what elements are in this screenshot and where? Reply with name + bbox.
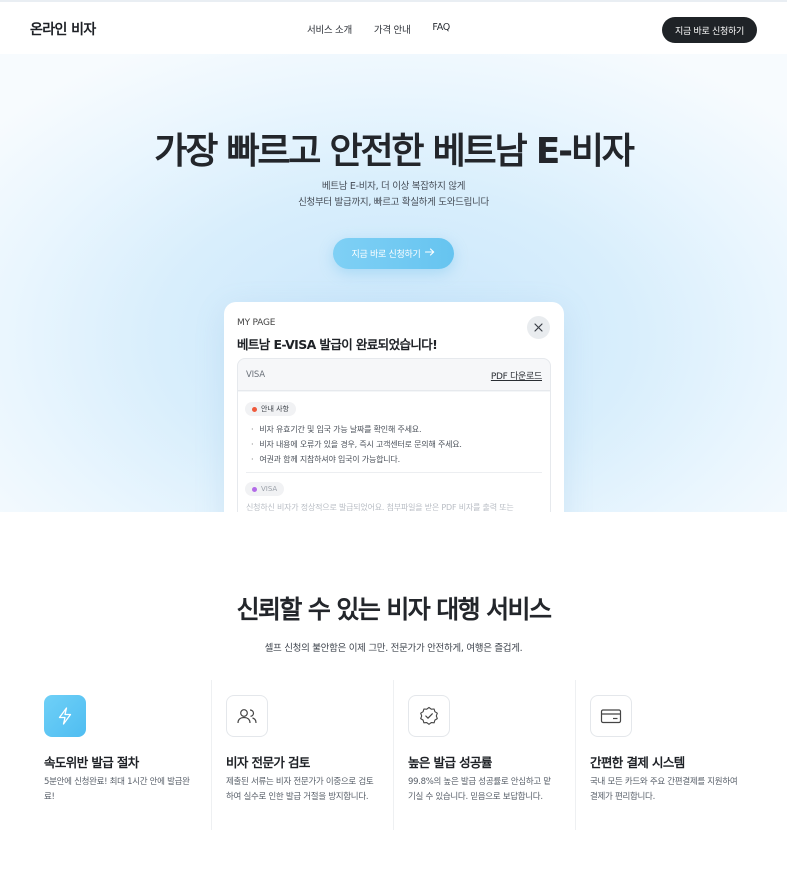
- arrow-right-icon: [425, 248, 435, 259]
- notice-badge: 안내 사항: [245, 402, 296, 416]
- card-eyebrow: MY PAGE: [237, 318, 276, 328]
- lightning-icon: [44, 695, 86, 737]
- feature-description: 국내 모든 카드와 주요 간편결제를 지원하여 결제가 편리합니다.: [590, 777, 738, 802]
- visa-panel: VISA PDF 다운로드 안내 사항 비자 유효기간 및 입국 가능 날짜를 …: [237, 358, 551, 512]
- section-title: 신뢰할 수 있는 비자 대행 서비스: [236, 595, 552, 624]
- feature-title: 높은 발급 성공률: [408, 755, 492, 770]
- hero-section: 가장 빠르고 안전한 베트남 E-비자 베트남 E-비자, 더 이상 복잡하지 …: [0, 54, 787, 512]
- section-subtitle: 셀프 신청의 불안함은 이제 그만. 전문가가 안전하게, 여행은 즐겁게.: [264, 643, 523, 654]
- nav-item-faq[interactable]: FAQ: [432, 22, 450, 36]
- visa-note: 신청하신 비자가 정상적으로 발급되었어요. 첨부파일을 받은 PDF 비자를 …: [246, 503, 514, 512]
- users-icon: [226, 695, 268, 737]
- visa-label: VISA: [246, 370, 265, 380]
- card-title: 베트남 E-VISA 발급이 완료되었습니다!: [237, 337, 438, 352]
- site-logo[interactable]: 온라인 비자: [30, 19, 96, 39]
- feature-item: 높은 발급 성공률 99.8%의 높은 발급 성공률로 안심하고 맡기실 수 있…: [394, 680, 576, 830]
- feature-title: 속도위반 발급 절차: [44, 755, 139, 770]
- notice-item: 비자 유효기간 및 입국 가능 날짜를 확인해 주세요.: [251, 422, 462, 437]
- visa-panel-body: 안내 사항 비자 유효기간 및 입국 가능 날짜를 확인해 주세요. 비자 내용…: [238, 392, 550, 512]
- hero-title: 가장 빠르고 안전한 베트남 E-비자: [154, 131, 635, 172]
- hero-subtitle-line1: 베트남 E-비자, 더 이상 복잡하지 않게: [321, 181, 466, 192]
- hero-subtitle: 베트남 E-비자, 더 이상 복잡하지 않게 신청부터 발급까지, 빠르고 확실…: [0, 179, 787, 211]
- hero-subtitle-line2: 신청부터 발급까지, 빠르고 확실하게 도와드립니다: [298, 197, 489, 208]
- feature-item: 속도위반 발급 절차 5분안에 신청완료! 최대 1시간 안에 발급완료!: [30, 680, 212, 830]
- main-nav: 서비스 소개 가격 안내 FAQ: [307, 22, 450, 36]
- nav-item-service[interactable]: 서비스 소개: [307, 22, 352, 36]
- hero-apply-label: 지금 바로 신청하기: [351, 250, 421, 260]
- nav-item-pricing[interactable]: 가격 안내: [374, 22, 411, 36]
- feature-description: 제출된 서류는 비자 전문가가 이중으로 검토하여 실수로 인한 발급 거절을 …: [226, 777, 374, 802]
- feature-item: 비자 전문가 검토 제출된 서류는 비자 전문가가 이중으로 검토하여 실수로 …: [212, 680, 394, 830]
- notice-list: 비자 유효기간 및 입국 가능 날짜를 확인해 주세요. 비자 내용에 오류가 …: [251, 422, 462, 467]
- feature-item: 간편한 결제 시스템 국내 모든 카드와 주요 간편결제를 지원하여 결제가 편…: [576, 680, 757, 830]
- credit-card-icon: [590, 695, 632, 737]
- verified-badge-icon: [408, 695, 450, 737]
- pdf-download-link[interactable]: PDF 다운로드: [491, 369, 542, 382]
- feature-title: 간편한 결제 시스템: [590, 755, 685, 770]
- header-apply-button[interactable]: 지금 바로 신청하기: [662, 17, 757, 43]
- notice-item: 여권과 함께 지참하셔야 입국이 가능합니다.: [251, 452, 462, 467]
- close-icon[interactable]: [527, 316, 550, 339]
- feature-title: 비자 전문가 검토: [226, 755, 310, 770]
- visa-badge: VISA: [245, 482, 285, 496]
- hero-apply-button[interactable]: 지금 바로 신청하기: [333, 238, 454, 269]
- visa-panel-header: VISA PDF 다운로드: [238, 359, 550, 391]
- feature-list: 속도위반 발급 절차 5분안에 신청완료! 최대 1시간 안에 발급완료! 비자…: [30, 680, 757, 830]
- mypage-preview-card: MY PAGE 베트남 E-VISA 발급이 완료되었습니다! VISA PDF…: [224, 302, 564, 512]
- divider: [246, 472, 542, 473]
- notice-item: 비자 내용에 오류가 있을 경우, 즉시 고객센터로 문의해 주세요.: [251, 437, 462, 452]
- feature-description: 99.8%의 높은 발급 성공률로 안심하고 맡기실 수 있습니다. 믿음으로 …: [408, 777, 551, 802]
- site-header: 온라인 비자 서비스 소개 가격 안내 FAQ 지금 바로 신청하기: [0, 0, 787, 54]
- feature-description: 5분안에 신청완료! 최대 1시간 안에 발급완료!: [44, 777, 190, 802]
